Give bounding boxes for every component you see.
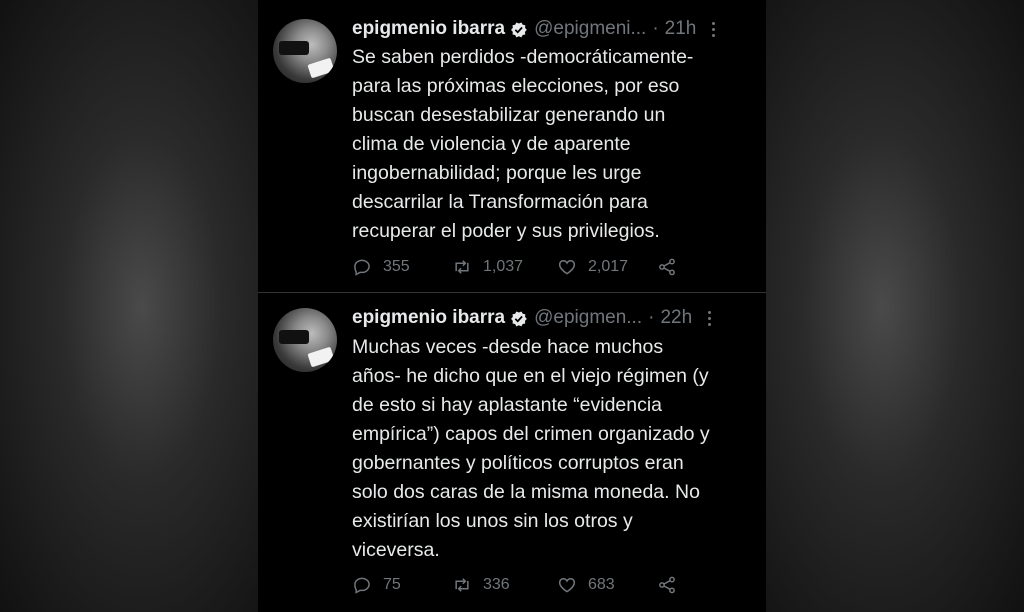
- reply-icon: [354, 259, 370, 276]
- tweet[interactable]: epigmenio ibarra @epigmeni... · 21h Se s…: [258, 0, 766, 293]
- reply-count: 75: [383, 576, 401, 593]
- heart-icon: [558, 259, 576, 275]
- camera-shape: [279, 330, 309, 344]
- more-options-icon[interactable]: [708, 20, 718, 38]
- like-button[interactable]: 683: [557, 575, 657, 595]
- like-count: 2,017: [588, 258, 629, 275]
- tweet-header: epigmenio ibarra @epigmen... · 22h: [352, 305, 754, 331]
- author-handle[interactable]: @epigmeni...: [534, 18, 646, 40]
- phone-screen: epigmenio ibarra @epigmeni... · 21h Se s…: [258, 0, 766, 612]
- right-background: [766, 0, 1024, 612]
- timestamp[interactable]: 21h: [665, 18, 697, 40]
- more-options-icon[interactable]: [704, 309, 714, 327]
- like-button[interactable]: 2,017: [557, 257, 657, 277]
- timestamp[interactable]: 22h: [660, 307, 692, 329]
- retweet-icon: [455, 578, 469, 592]
- share-button[interactable]: [657, 257, 688, 277]
- retweet-button[interactable]: 336: [452, 575, 557, 595]
- author-name[interactable]: epigmenio ibarra: [352, 307, 505, 329]
- reply-button[interactable]: 75: [352, 575, 452, 595]
- retweet-icon: [455, 260, 469, 274]
- like-count: 683: [588, 576, 615, 593]
- tweet-actions: 75 336 683: [352, 573, 688, 597]
- avatar[interactable]: [273, 19, 337, 83]
- separator-dot: ·: [652, 18, 659, 39]
- justicia-stamp: [307, 346, 335, 368]
- retweet-count: 336: [483, 576, 510, 593]
- justicia-stamp: [307, 57, 335, 79]
- retweet-count: 1,037: [483, 258, 524, 275]
- verified-badge-icon: [509, 309, 528, 328]
- left-background: [0, 0, 258, 612]
- author-handle[interactable]: @epigmen...: [534, 307, 642, 329]
- reply-icon: [354, 577, 370, 594]
- share-button[interactable]: [657, 575, 688, 595]
- camera-shape: [279, 41, 309, 55]
- reply-count: 355: [383, 258, 410, 275]
- share-icon: [659, 258, 675, 276]
- separator-dot: ·: [648, 307, 655, 328]
- tweet-actions: 355 1,037 2,017: [352, 255, 688, 279]
- heart-icon: [558, 577, 576, 593]
- retweet-button[interactable]: 1,037: [452, 257, 557, 277]
- share-icon: [659, 576, 675, 594]
- verified-badge-icon: [509, 20, 528, 39]
- tweet[interactable]: epigmenio ibarra @epigmen... · 22h Mucha…: [258, 293, 766, 594]
- tweet-text: Se saben perdidos -democráticamente- par…: [352, 46, 694, 242]
- avatar[interactable]: [273, 308, 337, 372]
- tweet-header: epigmenio ibarra @epigmeni... · 21h: [352, 16, 754, 42]
- author-name[interactable]: epigmenio ibarra: [352, 18, 505, 40]
- reply-button[interactable]: 355: [352, 257, 452, 277]
- tweet-text: Muchas veces -desde hace muchos años- he…: [352, 336, 710, 561]
